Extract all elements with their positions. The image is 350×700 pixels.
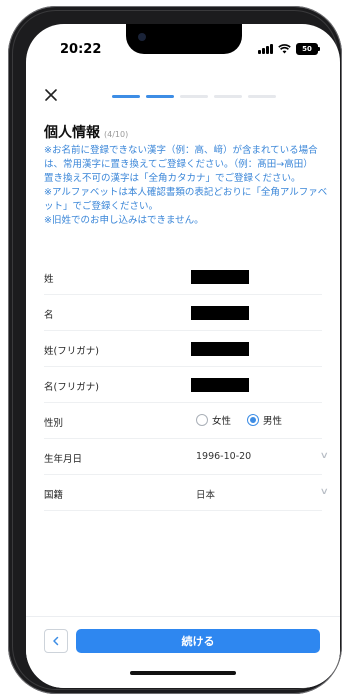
first-name-row[interactable]: 名 [44, 295, 322, 331]
status-icons: 50 [258, 43, 320, 55]
gender-radio-group: 女性 男性 [196, 413, 282, 427]
progress-segment [248, 95, 276, 98]
screen: 20:22 50 個人情報 (4/10) ※お名前に登録できない漢字（例：高、﨑… [26, 24, 340, 688]
last-name-kana-row[interactable]: 姓(フリガナ) [44, 331, 322, 367]
wifi-icon [278, 44, 291, 54]
progress-segment [146, 95, 174, 98]
page-title: 個人情報 [44, 125, 100, 141]
notice-line: 置き換え不可の漢字は「全角カタカナ」でご登録ください。 [44, 173, 301, 184]
radio-selected-icon[interactable] [247, 414, 260, 426]
nationality-label: 国籍 [44, 490, 64, 501]
birthdate-select[interactable]: 1996-10-20 [196, 451, 251, 462]
gender-label: 性別 [44, 418, 64, 429]
home-indicator[interactable] [130, 671, 236, 675]
birthdate-row[interactable]: 生年月日 1996-10-20 ∨ [44, 439, 329, 475]
first-name-label: 名 [44, 310, 54, 321]
notice-line: ※アルファベットは本人確認書類の表記どおりに「全角アルファベット」でご登録くださ… [44, 187, 328, 212]
step-counter: (4/10) [104, 130, 129, 139]
gender-option-label: 女性 [212, 416, 232, 427]
progress-segment [112, 95, 140, 98]
back-button[interactable] [44, 629, 68, 653]
first-name-kana-value-redacted[interactable] [191, 378, 249, 392]
first-name-value-redacted[interactable] [191, 306, 249, 320]
bottom-bar: 続ける [26, 616, 340, 688]
notice-text: ※お名前に登録できない漢字（例：高、﨑）が含まれている場合は、常用漢字に置き換え… [44, 144, 328, 228]
close-icon[interactable] [42, 86, 60, 104]
first-name-kana-row[interactable]: 名(フリガナ) [44, 367, 322, 403]
nationality-select[interactable]: 日本 [196, 487, 215, 501]
phone-frame: 20:22 50 個人情報 (4/10) ※お名前に登録できない漢字（例：高、﨑… [8, 6, 342, 694]
camera-icon [138, 33, 146, 41]
last-name-row[interactable]: 姓 [44, 259, 322, 295]
gender-option-male[interactable]: 男性 [247, 413, 282, 427]
title-row: 個人情報 (4/10) [44, 122, 128, 142]
last-name-kana-label: 姓(フリガナ) [44, 346, 99, 357]
progress-segment [180, 95, 208, 98]
last-name-value-redacted[interactable] [191, 270, 249, 284]
personal-info-form: 姓 名 姓(フリガナ) 名(フリガナ) 性別 女性 男性 生年月日 1996-1… [44, 259, 329, 511]
gender-option-female[interactable]: 女性 [196, 413, 231, 427]
notice-line: ※旧姓でのお申し込みはできません。 [44, 215, 204, 226]
top-bar [26, 82, 340, 108]
chevron-down-icon[interactable]: ∨ [320, 487, 329, 497]
signal-icon [258, 44, 273, 54]
status-time: 20:22 [60, 42, 102, 57]
gender-row: 性別 女性 男性 [44, 403, 322, 439]
radio-circle-icon[interactable] [196, 414, 208, 426]
progress-segment [214, 95, 242, 98]
chevron-left-icon [53, 636, 59, 646]
nationality-row[interactable]: 国籍 日本 ∨ [44, 475, 329, 511]
first-name-kana-label: 名(フリガナ) [44, 382, 99, 393]
birthdate-label: 生年月日 [44, 454, 83, 465]
last-name-kana-value-redacted[interactable] [191, 342, 249, 356]
battery-icon: 50 [296, 43, 320, 55]
chevron-down-icon[interactable]: ∨ [320, 451, 329, 461]
last-name-label: 姓 [44, 274, 54, 285]
notice-line: ※お名前に登録できない漢字（例：高、﨑）が含まれている場合は、常用漢字に置き換え… [44, 145, 318, 170]
gender-option-label: 男性 [263, 416, 283, 427]
continue-button[interactable]: 続ける [76, 629, 320, 653]
progress-indicator [112, 95, 276, 98]
